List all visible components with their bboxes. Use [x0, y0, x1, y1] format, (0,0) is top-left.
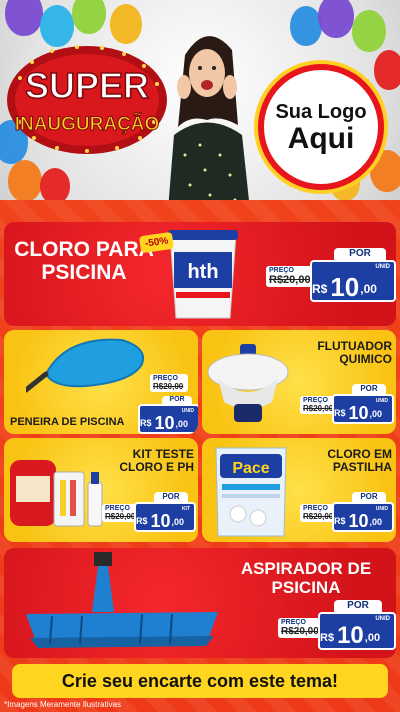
flutuador-image: [207, 344, 289, 422]
svg-text:hth: hth: [187, 261, 218, 283]
price-integer: 10: [337, 622, 364, 649]
price-unit: UNID: [375, 616, 390, 622]
cta-banner[interactable]: Crie seu encarte com este tema!: [12, 664, 388, 698]
svg-text:Pace: Pace: [232, 460, 269, 477]
price-box: R$ 10 ,00 UNID: [332, 394, 394, 424]
product-title: CLORO PARA PSICINA: [14, 238, 154, 285]
price-unit: UNID: [375, 506, 388, 512]
preco-label: PREÇO: [281, 619, 306, 626]
old-price-box: PREÇO R$20,00: [150, 374, 188, 392]
price-integer: 10: [150, 511, 171, 531]
old-price: R$20,00: [153, 382, 184, 391]
logo-line1: Sua Logo: [275, 100, 367, 123]
product-card-cloro-pastilha[interactable]: Pace CLORO EM PASTILHA PREÇO R$20,00 POR…: [202, 438, 396, 542]
currency: R$: [334, 516, 346, 526]
price-box: R$ 10 ,00 KIT: [134, 502, 196, 532]
balloon: [40, 168, 70, 204]
price-box: R$ 10 ,00 UNID: [318, 612, 396, 650]
balloon: [5, 0, 43, 36]
balloon: [72, 0, 106, 34]
price-unit: KIT: [181, 506, 190, 512]
product-card-aspirador[interactable]: ASPIRADOR DE PSICINA PREÇO R$20,00 POR R…: [4, 548, 396, 658]
price-unit: UNID: [375, 398, 388, 404]
currency: R$: [136, 516, 148, 526]
price-integer: 10: [348, 511, 369, 531]
price-unit: UNID: [375, 264, 390, 270]
price-cents: ,00: [175, 419, 189, 429]
currency: R$: [320, 632, 335, 644]
price-integer: 10: [154, 413, 175, 433]
product-title: FLUTUADOR QUIMICO: [317, 339, 392, 367]
product-card-kit-teste[interactable]: KIT TESTE CLORO E PH PREÇO R$20,00 POR R…: [4, 438, 198, 542]
old-price: R$20,00: [303, 512, 334, 521]
price-cents: ,00: [364, 632, 381, 644]
hero-banner: SUPER INAUGURAÇÃO Sua Logo Aqui: [0, 0, 400, 210]
logo-line2: Aqui: [287, 121, 355, 155]
price-cents: ,00: [171, 517, 185, 527]
logo-placeholder[interactable]: Sua Logo Aqui: [258, 64, 384, 190]
price-integer: 10: [330, 272, 360, 302]
pace-bag-image: Pace: [215, 447, 287, 537]
price-box: R$ 10 ,00 UNID: [310, 260, 396, 302]
hth-bucket-image: hth: [168, 230, 238, 319]
price-cents: ,00: [369, 517, 383, 527]
product-title: ASPIRADOR DE PSICINA: [240, 559, 372, 597]
balloon: [318, 0, 354, 38]
illustrative-images-note: *Imagens Meramente Ilustrativas: [4, 700, 121, 709]
old-price: R$20,00: [269, 274, 311, 286]
preco-label: PREÇO: [303, 505, 328, 512]
product-card-peneira[interactable]: PENEIRA DE PISCINA PREÇO R$20,00 POR R$ …: [4, 330, 198, 434]
product-title: PENEIRA DE PISCINA: [10, 416, 125, 428]
price-cents: ,00: [369, 409, 383, 419]
currency: R$: [140, 418, 152, 428]
currency: R$: [334, 408, 346, 418]
badge-inauguracao-text: INAUGURAÇÃO: [15, 113, 160, 135]
preco-label: PREÇO: [269, 267, 294, 274]
balloon: [8, 160, 42, 202]
product-card-flutuador[interactable]: FLUTUADOR QUIMICO PREÇO R$20,00 POR R$ 1…: [202, 330, 396, 434]
old-price-box: PREÇO R$20,00: [266, 266, 316, 287]
product-card-cloro-piscina[interactable]: CLORO PARA PSICINA hth PREÇO R$20,00 POR…: [4, 222, 396, 326]
preco-label: PREÇO: [303, 397, 328, 404]
woman-photo: [168, 36, 250, 210]
currency: R$: [312, 282, 328, 296]
price-unit: UNID: [181, 408, 194, 414]
price-cents: ,00: [360, 282, 377, 296]
product-title: KIT TESTE CLORO E PH: [119, 447, 194, 475]
old-price: R$20,00: [281, 626, 319, 637]
price-integer: 10: [348, 403, 369, 423]
badge-super-text: SUPER: [25, 65, 149, 106]
balloon: [352, 10, 386, 52]
super-inauguracao-badge: SUPER INAUGURAÇÃO: [7, 45, 167, 154]
price-box: R$ 10 ,00 UNID: [332, 502, 394, 532]
old-price: R$20,00: [303, 404, 334, 413]
old-price: R$20,00: [105, 512, 136, 521]
price-box: R$ 10 ,00 UNID: [138, 404, 198, 434]
aspirador-image: [26, 552, 218, 648]
preco-label: PREÇO: [153, 375, 178, 382]
peneira-image: [26, 338, 144, 393]
preco-label: PREÇO: [105, 505, 130, 512]
balloon: [374, 50, 400, 90]
product-title: CLORO EM PASTILHA: [327, 447, 392, 475]
